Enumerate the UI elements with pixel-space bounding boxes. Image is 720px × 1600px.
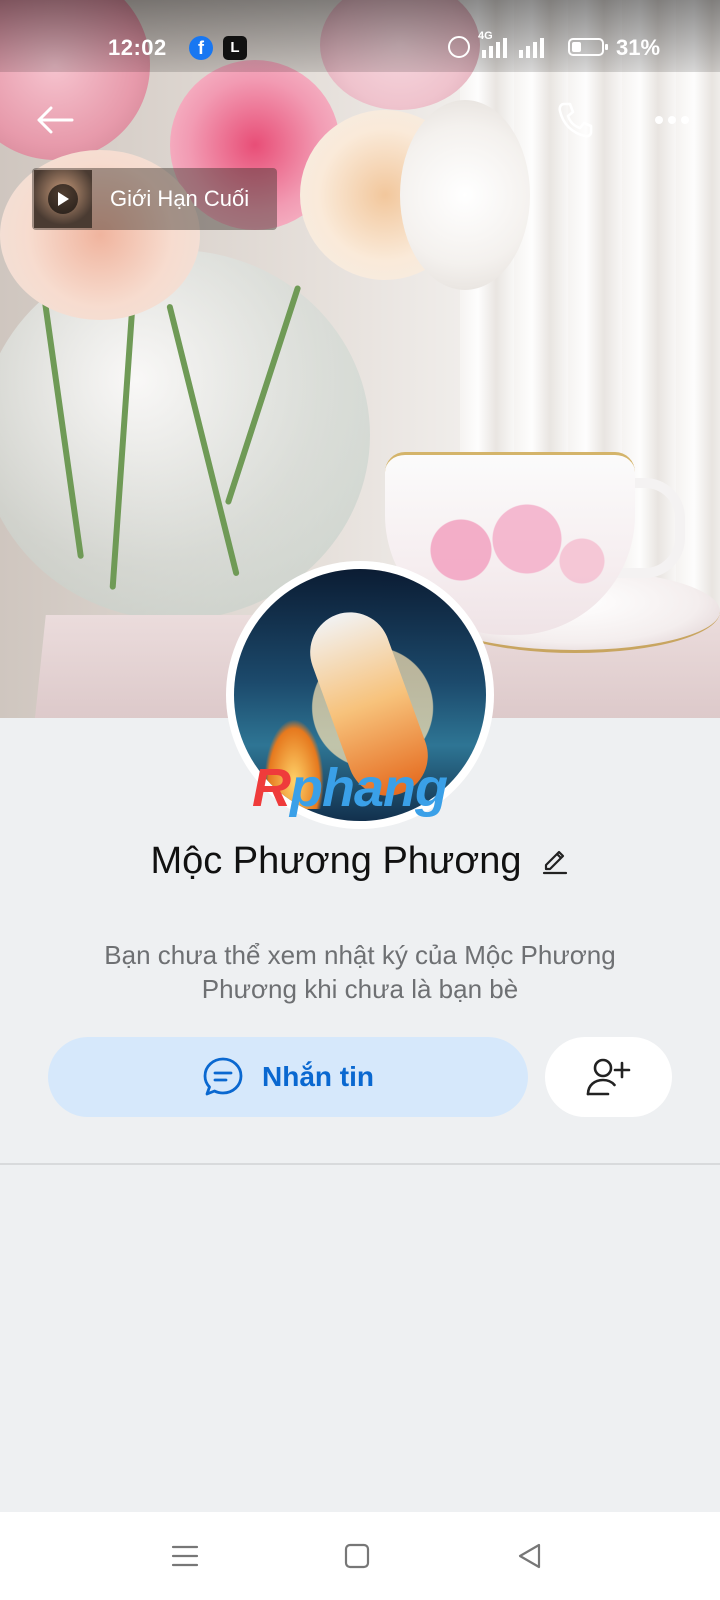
chat-bubble-icon [203, 1057, 243, 1096]
arrow-left-icon [37, 106, 74, 134]
battery-percent: 31% [616, 35, 661, 60]
diary-privacy-message: Bạn chưa thể xem nhật ký của Mộc Phương … [104, 940, 616, 1004]
call-button[interactable] [545, 90, 605, 150]
play-icon [48, 184, 78, 214]
nav-back-button[interactable] [507, 1534, 551, 1578]
add-friend-button[interactable] [545, 1037, 672, 1117]
menu-icon [171, 1545, 199, 1567]
phone-icon [558, 102, 593, 138]
home-square-icon [344, 1543, 370, 1569]
system-navigation-bar [0, 1512, 720, 1600]
alarm-icon [448, 36, 470, 58]
profile-name: Mộc Phương Phương [150, 840, 522, 882]
music-title: Giới Hạn Cuối [110, 186, 250, 211]
back-triangle-icon [518, 1543, 541, 1569]
app-notification-icon: L [223, 36, 247, 60]
send-message-button[interactable]: Nhắn tin [48, 1037, 528, 1117]
signal-icon [482, 38, 507, 58]
pencil-icon [542, 850, 567, 874]
nav-recent-apps-button[interactable] [163, 1534, 207, 1578]
cover-rose [400, 100, 530, 290]
battery-icon [568, 38, 608, 56]
add-friend-icon [586, 1058, 630, 1096]
send-message-label: Nhắn tin [262, 1061, 374, 1092]
back-button[interactable] [25, 90, 85, 150]
more-options-button[interactable] [642, 90, 702, 150]
more-dots-icon [655, 116, 689, 124]
facebook-notification-icon: f [189, 36, 213, 60]
profile-name-row: Mộc Phương Phương [0, 840, 720, 883]
section-divider [0, 1163, 720, 1165]
nav-home-button[interactable] [335, 1534, 379, 1578]
signal-icon [519, 38, 544, 58]
watermark-logo: Rphang [252, 758, 448, 818]
status-bar: 12:02 f L 4G 31% [0, 0, 720, 72]
profile-music-player[interactable]: Giới Hạn Cuối [32, 168, 277, 230]
status-time: 12:02 [108, 35, 167, 60]
edit-name-button[interactable] [540, 847, 570, 877]
music-thumbnail [34, 170, 92, 228]
battery-fill [572, 42, 581, 52]
